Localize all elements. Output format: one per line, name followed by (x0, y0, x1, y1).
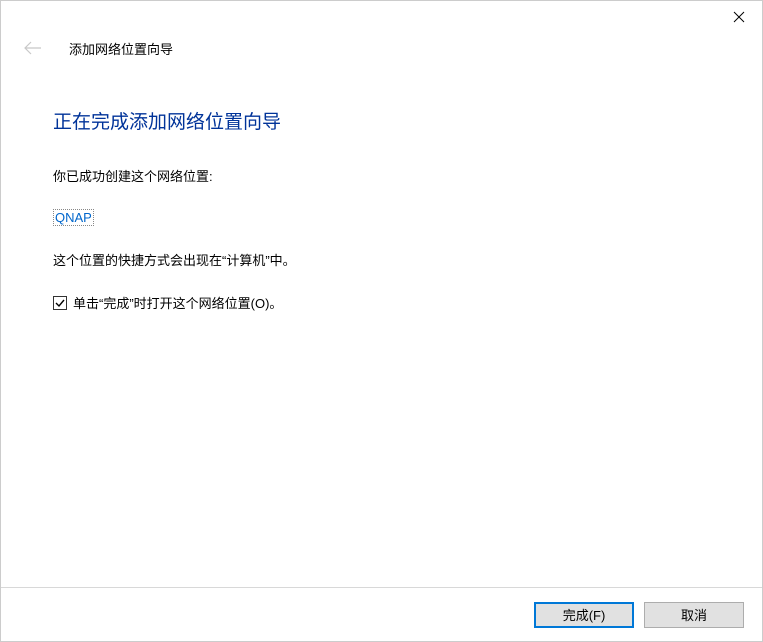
wizard-header: 添加网络位置向导 (1, 35, 762, 61)
cancel-button[interactable]: 取消 (644, 602, 744, 628)
page-title: 正在完成添加网络位置向导 (53, 107, 710, 134)
checkbox-label: 单击“完成”时打开这个网络位置(O)。 (73, 293, 282, 312)
arrow-left-icon (23, 40, 43, 56)
titlebar (1, 1, 762, 39)
close-icon (733, 11, 745, 23)
shortcut-message: 这个位置的快捷方式会出现在“计算机”中。 (53, 250, 710, 269)
open-location-checkbox-row: 单击“完成”时打开这个网络位置(O)。 (53, 293, 710, 312)
checkmark-icon (54, 297, 66, 309)
wizard-footer: 完成(F) 取消 (1, 587, 762, 641)
open-location-checkbox[interactable] (53, 296, 67, 310)
close-button[interactable] (716, 1, 762, 33)
finish-button[interactable]: 完成(F) (534, 602, 634, 628)
location-link[interactable]: QNAP (53, 209, 94, 226)
wizard-name: 添加网络位置向导 (69, 39, 173, 58)
back-button (19, 34, 47, 62)
success-message: 你已成功创建这个网络位置: (53, 166, 710, 185)
wizard-content: 正在完成添加网络位置向导 你已成功创建这个网络位置: QNAP 这个位置的快捷方… (1, 61, 762, 312)
